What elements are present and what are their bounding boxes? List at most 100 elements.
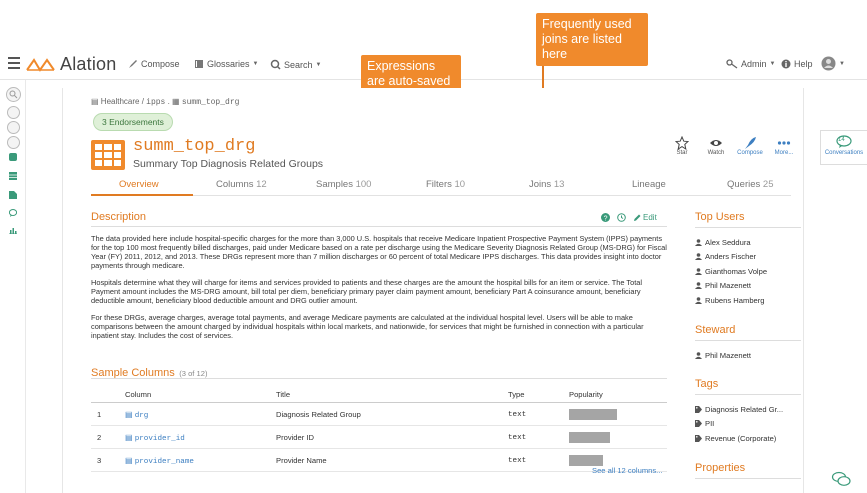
top-user-name: Anders Fischer: [705, 252, 757, 262]
top-user-item[interactable]: Anders Fischer: [695, 252, 767, 261]
column-type-icon: ▤: [125, 432, 133, 442]
top-user-item[interactable]: Rubens Hamberg: [695, 296, 767, 305]
joins-callout: Frequently used joins are listed here: [536, 13, 648, 66]
conversations-label: Conversations: [824, 150, 864, 156]
column-name: drg: [134, 411, 149, 420]
chat-bubbles-icon[interactable]: [831, 471, 851, 487]
column-type-icon: ▤: [125, 455, 133, 465]
column-name-cell[interactable]: ▤ provider_id: [125, 425, 276, 449]
search-label: Search: [284, 59, 313, 70]
chart-icon[interactable]: [9, 226, 17, 234]
compose-action-button[interactable]: Compose: [733, 136, 767, 156]
description-paragraph-3: For these DRGs, average charges, average…: [91, 313, 644, 340]
popularity-cell: [569, 402, 667, 426]
breadcrumb-db[interactable]: Healthcare: [101, 97, 140, 106]
see-all-columns-link[interactable]: See all 12 columns...: [592, 466, 663, 475]
glossaries-nav[interactable]: Glossaries ▼: [194, 59, 258, 69]
compose-action-label: Compose: [737, 150, 763, 156]
ellipsis-icon: [777, 141, 791, 145]
watch-button[interactable]: Watch: [699, 136, 733, 156]
tag-item[interactable]: Revenue (Corporate): [695, 434, 783, 443]
top-user-name: Rubens Hamberg: [705, 295, 765, 305]
row-number: 2: [91, 425, 125, 449]
catalog-page-card: ▤ Healthcare / ipps . ▦ summ_top_drg 3 E…: [62, 88, 804, 493]
history-icon[interactable]: [617, 213, 626, 222]
column-type-icon: ▤: [125, 409, 133, 419]
compose-nav[interactable]: Compose: [128, 59, 180, 69]
steward-divider: [695, 340, 801, 341]
description-paragraph-2: Hospitals determine what they will charg…: [91, 278, 643, 305]
column-name-cell[interactable]: ▤ provider_name: [125, 448, 276, 472]
description-paragraph-1: The data provided here include hospital-…: [91, 234, 667, 270]
user-icon: [695, 253, 702, 261]
endorsements-badge[interactable]: 3 Endorsements: [93, 113, 173, 131]
more-button[interactable]: More...: [767, 136, 801, 156]
tag-icon: [695, 406, 702, 413]
tags-list: Diagnosis Related Gr... PII Revenue (Corpo…: [695, 405, 783, 448]
alation-logo-icon: [26, 57, 55, 72]
tag-item[interactable]: Diagnosis Related Gr...: [695, 405, 783, 414]
tab-overview[interactable]: Overview: [119, 179, 159, 190]
tab-columns[interactable]: Columns 12: [216, 179, 267, 190]
database-icon[interactable]: [9, 153, 17, 161]
left-rail: [0, 80, 26, 493]
breadcrumb-schema[interactable]: ipps: [146, 98, 165, 107]
rail-settings-icon[interactable]: [7, 136, 20, 149]
column-header-column[interactable]: Column: [125, 390, 276, 403]
tab-samples[interactable]: Samples 100: [316, 179, 371, 190]
description-divider: [91, 226, 667, 227]
user-icon: [695, 282, 702, 290]
chevron-down-icon: ▼: [252, 61, 259, 67]
top-user-item[interactable]: Gianthomas Volpe: [695, 267, 767, 276]
top-users-list: Alex Seddura Anders Fischer Gianthomas Vol…: [695, 238, 767, 310]
conversations-panel-toggle[interactable]: 14 Conversations: [820, 130, 867, 165]
properties-heading: Properties: [695, 462, 746, 474]
top-user-item[interactable]: Phil Mazenett: [695, 281, 767, 290]
rail-history-icon[interactable]: [7, 106, 20, 119]
edit-button[interactable]: Edit: [633, 213, 657, 222]
object-subtitle: Summary Top Diagnosis Related Groups: [133, 158, 324, 170]
rail-search-icon[interactable]: [6, 87, 21, 102]
sample-columns-divider: [91, 378, 667, 379]
rail-schema-icon[interactable]: [7, 121, 20, 134]
help-label: Help: [794, 59, 813, 69]
star-button[interactable]: Star: [665, 136, 699, 156]
table-icon[interactable]: [9, 172, 17, 180]
user-avatar-menu[interactable]: ▼: [821, 56, 845, 71]
column-title: Diagnosis Related Group: [276, 402, 508, 426]
alation-logo[interactable]: Alation: [26, 54, 116, 75]
tag-item[interactable]: PII: [695, 419, 783, 428]
top-user-name: Alex Seddura: [705, 238, 751, 247]
column-name-cell[interactable]: ▤ drg: [125, 402, 276, 426]
table-row: 3 ▤ provider_name Provider Name text: [91, 448, 667, 472]
search-icon: [270, 59, 281, 70]
properties-divider: [695, 478, 801, 479]
column-header-popularity[interactable]: Popularity: [569, 390, 667, 403]
help-icon[interactable]: ?: [601, 213, 610, 222]
menu-icon[interactable]: [8, 57, 20, 72]
feather-pen-icon: [745, 137, 756, 149]
tag-label: PII: [705, 419, 715, 429]
tab-joins[interactable]: Joins 13: [529, 179, 564, 190]
brand-name: Alation: [60, 54, 117, 74]
description-tools: ? Edit: [601, 213, 657, 222]
avatar-icon: [821, 56, 836, 71]
steward-item[interactable]: Phil Mazenett: [695, 351, 751, 360]
chevron-down-icon: ▼: [839, 60, 845, 67]
tab-lineage[interactable]: Lineage: [632, 179, 666, 190]
tags-heading: Tags: [695, 378, 719, 390]
help-nav[interactable]: Help: [781, 59, 813, 69]
tab-queries[interactable]: Queries 25: [727, 179, 773, 190]
tab-bar: Overview Columns 12 Samples 100 Filters …: [91, 176, 791, 196]
steward-name: Phil Mazenett: [705, 351, 752, 360]
top-user-item[interactable]: Alex Seddura: [695, 238, 767, 247]
search-nav[interactable]: Search ▼: [270, 59, 321, 70]
admin-nav[interactable]: Admin ▼: [726, 59, 775, 69]
file-icon[interactable]: [9, 191, 17, 199]
tab-filters[interactable]: Filters 10: [426, 179, 465, 190]
tag-label: Diagnosis Related Gr...: [705, 405, 784, 414]
chat-icon[interactable]: [9, 209, 17, 217]
column-name: provider_id: [134, 434, 185, 443]
column-header-title[interactable]: Title: [276, 390, 508, 403]
column-header-type[interactable]: Type: [508, 390, 569, 403]
